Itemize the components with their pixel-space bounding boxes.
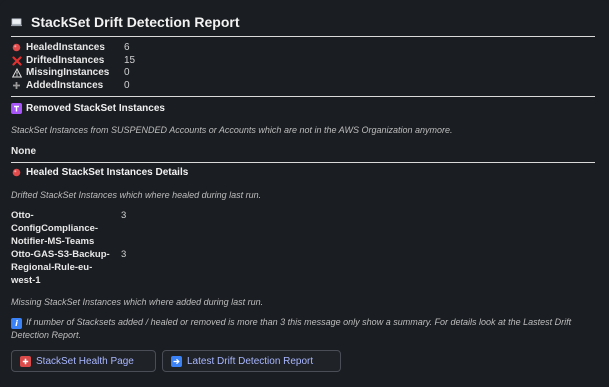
stat-label: DriftedInstances [26,55,105,66]
stat-healed: HealedInstances 6 [11,42,130,53]
healed-heading: Healed StackSet Instances Details [11,167,188,178]
stat-added: AddedInstances 0 [11,80,130,91]
arrow-right-icon [171,355,182,367]
section-title: Healed StackSet Instances Details [26,167,189,178]
missing-description: Missing StackSet Instances which where a… [11,297,264,307]
button-label: StackSet Health Page [36,355,134,367]
button-label: Latest Drift Detection Report [187,355,314,367]
drifted-description: Drifted StackSet Instances which where h… [11,190,262,200]
stat-label: HealedInstances [26,42,105,53]
section-title: Removed StackSet Instances [26,103,165,114]
red-dot-icon [11,167,22,178]
computer-icon [11,17,22,28]
instance-name: Otto-ConfigCompliance-Notifier-MS-Teams [11,210,99,247]
divider [11,36,595,37]
removed-heading: Removed StackSet Instances [11,103,165,114]
instance-name: Otto-GAS-S3-Backup-Regional-Rule-eu-west… [11,249,110,286]
stat-label: MissingInstances [26,67,110,78]
stat-missing: MissingInstances 0 [11,67,130,78]
stat-label: AddedInstances [26,80,104,91]
report-message: StackSet Drift Detection Report HealedIn… [0,0,609,387]
plus-icon [11,80,22,91]
summary-note: i If number of Stacksets added / healed o… [11,316,601,342]
warning-icon [11,67,22,78]
health-page-button[interactable]: StackSet Health Page [11,350,156,372]
stat-drifted: DriftedInstances 15 [11,55,135,66]
stat-value: 0 [124,80,130,91]
stat-value: 6 [124,42,130,53]
removed-value: None [11,146,36,157]
note-text: If number of Stacksets added / healed or… [11,317,572,340]
trash-badge-icon [11,103,22,114]
red-dot-icon [11,42,22,53]
divider [11,162,595,163]
report-title: StackSet Drift Detection Report [11,14,239,30]
instance-value: 3 [121,210,127,221]
stat-value: 15 [124,55,136,66]
divider [11,96,595,97]
hospital-icon [20,355,31,367]
instance-value: 3 [121,249,127,260]
info-icon: i [11,318,22,329]
red-x-icon [11,55,22,66]
latest-report-button[interactable]: Latest Drift Detection Report [162,350,341,372]
removed-description: StackSet Instances from SUSPENDED Accoun… [11,125,453,135]
stat-value: 0 [124,67,130,78]
title-text: StackSet Drift Detection Report [31,14,240,30]
